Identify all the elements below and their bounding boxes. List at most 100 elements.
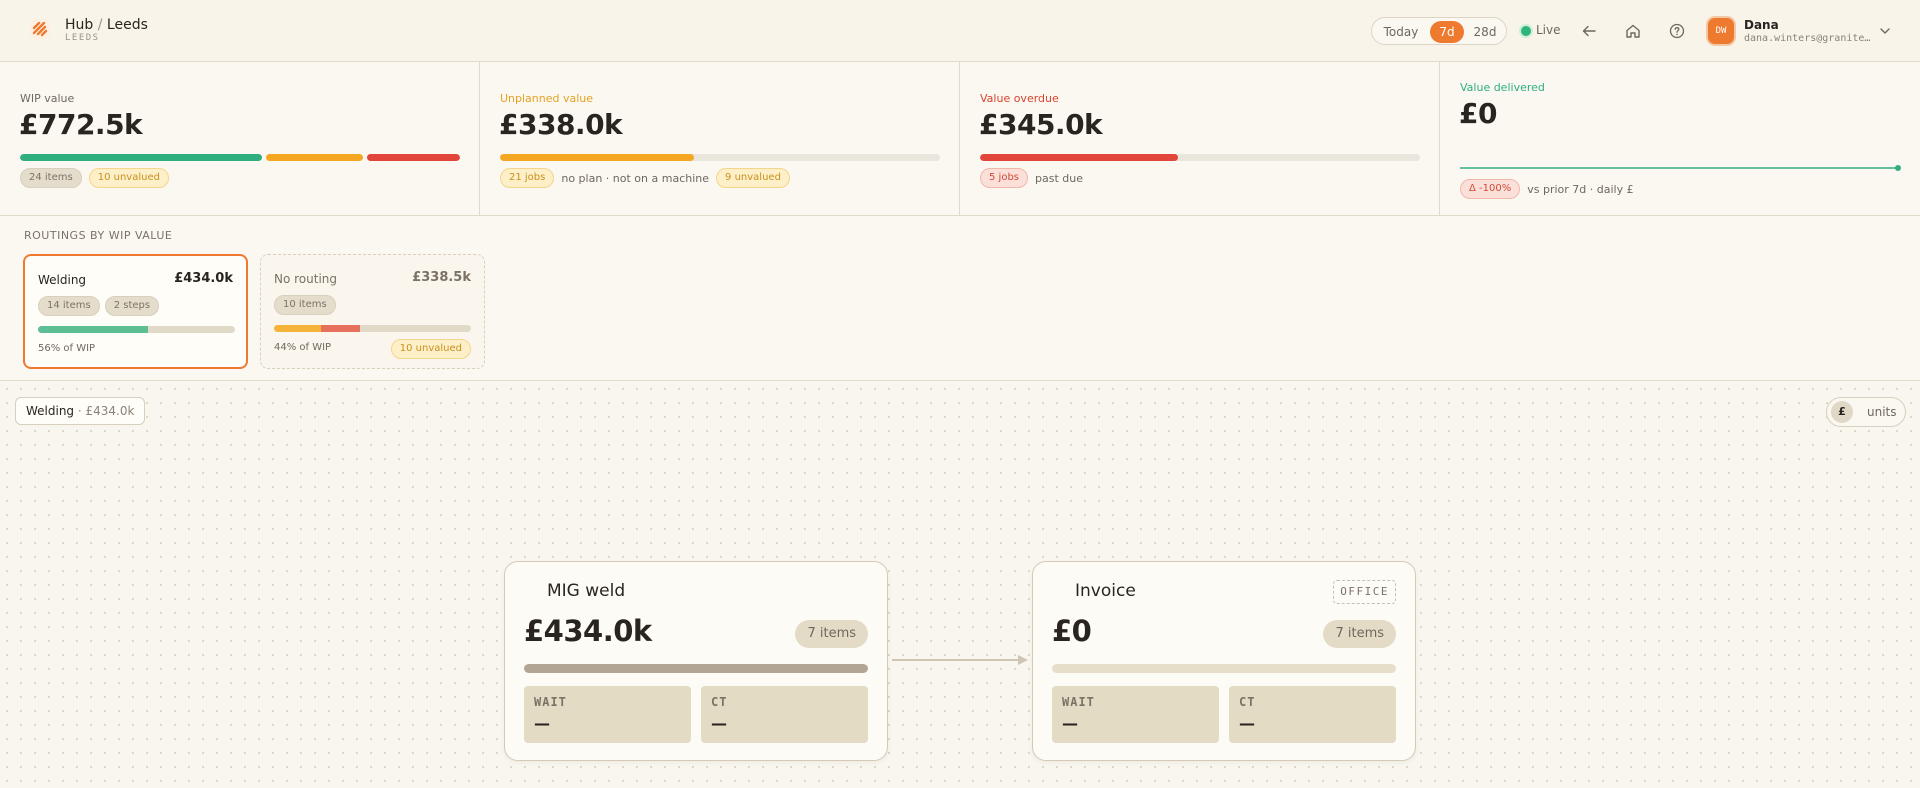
- date-range-toggle: Today 7d 28d: [1371, 17, 1507, 45]
- step-value-bar-fill: [524, 664, 868, 673]
- kpi-note: no plan · not on a machine: [561, 171, 710, 185]
- flow-arrow-icon: [892, 655, 1028, 665]
- kpi-note: past due: [1035, 171, 1083, 185]
- kpi-meta: 21 jobs no plan · not on a machine 9 unv…: [500, 168, 790, 188]
- jobs-count-badge: 5 jobs: [980, 168, 1028, 188]
- unplanned-bar-fill: [500, 154, 694, 161]
- step-value: £434.0k: [524, 614, 652, 648]
- routing-card-welding[interactable]: Welding £434.0k 14 items 2 steps 56% of …: [23, 254, 248, 369]
- range-today-button[interactable]: Today: [1378, 21, 1424, 43]
- top-header: Hub / Leeds LEEDS Today 7d 28d Live DW D…: [0, 0, 1920, 62]
- kpi-meta: Δ -100% vs prior 7d · daily £: [1460, 179, 1634, 199]
- metric-value: —: [1239, 714, 1255, 733]
- step-value-bar: [1052, 664, 1396, 673]
- routing-value: · £434.0k: [77, 404, 135, 418]
- kpi-label: Value overdue: [980, 92, 1059, 105]
- unvalued-badge: 9 unvalued: [716, 168, 790, 188]
- routing-name: Welding: [38, 273, 87, 287]
- units-toggle: £ units: [1826, 397, 1906, 427]
- metric-value: —: [711, 714, 727, 733]
- kpi-value-overdue[interactable]: Value overdue £345.0k 5 jobs past due: [960, 62, 1440, 216]
- kpi-value: £772.5k: [19, 108, 143, 141]
- step-name: Invoice: [1075, 581, 1136, 601]
- kpi-label: WIP value: [20, 92, 75, 105]
- routing-share: 56% of WIP: [38, 343, 96, 354]
- overdue-bar-fill: [980, 154, 1178, 161]
- delivered-sparkline: [1460, 165, 1901, 171]
- delta-badge: Δ -100%: [1460, 179, 1521, 199]
- logo-icon[interactable]: [28, 17, 52, 41]
- metric-label: WAIT: [1062, 695, 1095, 709]
- wip-bar-segment-overdue: [367, 154, 460, 161]
- steps-count-badge: 2 steps: [104, 296, 160, 316]
- routing-bar-segment: [274, 325, 321, 332]
- kpi-unplanned-value[interactable]: Unplanned value £338.0k 21 jobs no plan …: [480, 62, 960, 216]
- metric-label: WAIT: [534, 695, 567, 709]
- unvalued-badge: 10 unvalued: [88, 168, 169, 188]
- wip-breakdown-bar: [20, 154, 460, 161]
- metric-value: —: [534, 714, 550, 733]
- user-email: dana.winters@granitep…: [1744, 33, 1872, 44]
- items-count-badge: 14 items: [38, 296, 100, 316]
- routing-share-bar: [38, 326, 235, 333]
- wait-metric: WAIT —: [1052, 686, 1219, 743]
- routing-name: No routing: [274, 272, 338, 286]
- routing-extra: 10 unvalued: [390, 336, 471, 359]
- pound-option[interactable]: £: [1831, 401, 1853, 423]
- kpi-value: £345.0k: [979, 108, 1103, 141]
- kpi-value: £0: [1459, 97, 1497, 130]
- step-value: £0: [1052, 614, 1092, 648]
- routing-bar-segment: [38, 326, 148, 333]
- hub-breadcrumb[interactable]: Hub / Leeds: [65, 17, 148, 33]
- site-name: Leeds: [106, 17, 148, 33]
- step-items-badge: 7 items: [795, 620, 868, 648]
- chevron-down-icon[interactable]: [1876, 22, 1894, 40]
- user-name[interactable]: Dana: [1744, 18, 1779, 32]
- range-7d-button[interactable]: 7d: [1430, 21, 1464, 43]
- site-code: LEEDS: [65, 33, 100, 43]
- routing-share: 44% of WIP: [274, 342, 332, 353]
- step-node-invoice[interactable]: Invoice OFFICE £0 7 items WAIT — CT —: [1032, 561, 1416, 761]
- units-option[interactable]: units: [1867, 405, 1897, 419]
- wip-bar-segment-planned: [20, 154, 262, 161]
- overdue-bar: [980, 154, 1420, 161]
- routings-section: ROUTINGS BY WIP VALUE Welding £434.0k 14…: [0, 216, 1920, 381]
- home-icon[interactable]: [1622, 20, 1644, 42]
- ct-metric: CT —: [701, 686, 868, 743]
- wip-bar-segment-unplanned: [266, 154, 363, 161]
- section-title: ROUTINGS BY WIP VALUE: [24, 229, 173, 242]
- kpi-note: vs prior 7d · daily £: [1527, 182, 1634, 196]
- kpi-label: Unplanned value: [500, 92, 594, 105]
- unvalued-badge: 10 unvalued: [390, 339, 471, 359]
- step-node-mig-weld[interactable]: MIG weld £434.0k 7 items WAIT — CT —: [504, 561, 888, 761]
- kpi-meta: 5 jobs past due: [980, 168, 1083, 188]
- selected-routing-chip[interactable]: Welding · £434.0k: [15, 397, 146, 425]
- step-value-bar: [524, 664, 868, 673]
- routing-pills: 14 items 2 steps: [38, 296, 160, 316]
- live-status-icon: [1521, 26, 1531, 36]
- kpi-value-delivered[interactable]: Value delivered £0 Δ -100% vs prior 7d ·…: [1440, 62, 1920, 216]
- routing-card-no-routing[interactable]: No routing £338.5k 10 items 44% of WIP 1…: [260, 254, 485, 369]
- unplanned-bar: [500, 154, 940, 161]
- flow-canvas[interactable]: Welding · £434.0k £ units MIG weld £434.…: [0, 382, 1920, 788]
- back-arrow-icon[interactable]: [1578, 20, 1600, 42]
- breadcrumb-separator: /: [97, 17, 107, 33]
- range-28d-button[interactable]: 28d: [1468, 21, 1502, 43]
- step-name: MIG weld: [547, 581, 626, 601]
- routing-value: £434.0k: [174, 271, 233, 286]
- metric-label: CT: [711, 695, 728, 709]
- jobs-count-badge: 21 jobs: [500, 168, 555, 188]
- step-items-badge: 7 items: [1323, 620, 1396, 648]
- wait-metric: WAIT —: [524, 686, 691, 743]
- kpi-wip-value[interactable]: WIP value £772.5k 24 items 10 unvalued: [0, 62, 480, 216]
- items-count-badge: 10 items: [274, 295, 336, 315]
- user-avatar[interactable]: DW: [1708, 18, 1734, 44]
- kpi-meta: 24 items 10 unvalued: [20, 168, 169, 188]
- routing-share-bar: [274, 325, 471, 332]
- metric-value: —: [1062, 714, 1078, 733]
- items-count-badge: 24 items: [20, 168, 82, 188]
- help-icon[interactable]: [1666, 20, 1688, 42]
- kpi-label: Value delivered: [1460, 81, 1545, 94]
- routing-name: Welding: [26, 404, 75, 418]
- metric-label: CT: [1239, 695, 1256, 709]
